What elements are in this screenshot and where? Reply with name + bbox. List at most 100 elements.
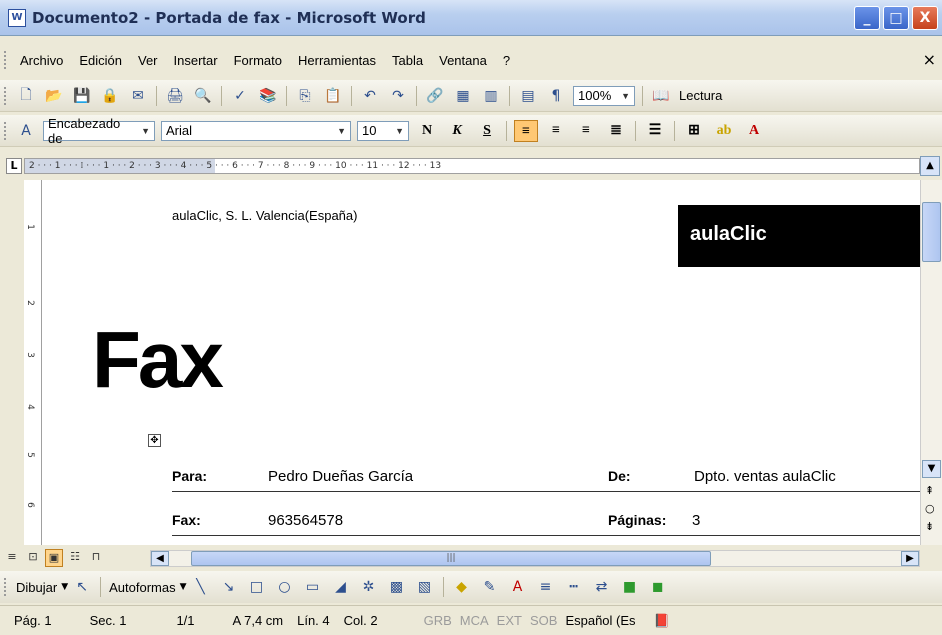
menu-ver[interactable]: Ver [130,53,166,68]
minimize-button[interactable]: _ [854,6,880,30]
tab-selector-button[interactable]: L [6,158,22,174]
field-value[interactable]: Dpto. ventas aulaClic [694,468,836,485]
text-box-icon[interactable]: ▭ [302,576,324,598]
font-color-icon[interactable]: A [742,120,766,142]
paste-icon[interactable]: 📋 [322,85,344,107]
reading-layout-icon[interactable]: 📖 [650,85,672,107]
status-sob[interactable]: SOB [530,613,557,628]
scroll-thumb[interactable] [922,202,941,262]
save-icon[interactable]: 💾 [71,85,93,107]
document-map-icon[interactable]: ▤ [517,85,539,107]
zoom-combo[interactable]: 100% ▼ [573,85,635,106]
chevron-down-icon[interactable]: ▼ [395,126,404,136]
menubar-grip[interactable] [4,51,12,69]
scroll-thumb[interactable]: ||| [191,551,711,566]
field-value[interactable]: 3 [692,512,700,529]
spelling-status-icon[interactable]: 📕 [654,613,670,629]
permission-icon[interactable]: 🔒 [99,85,121,107]
shadow-icon[interactable]: ■ [619,576,641,598]
maximize-button[interactable]: □ [883,6,909,30]
menu-ayuda[interactable]: ? [495,53,518,68]
font-color-icon[interactable]: A [507,576,529,598]
status-grb[interactable]: GRB [424,613,452,628]
chevron-down-icon[interactable]: ▼ [337,126,346,136]
dibujar-menu[interactable]: Dibujar [16,580,57,595]
line-icon[interactable]: ╲ [190,576,212,598]
menu-formato[interactable]: Formato [226,53,290,68]
undo-icon[interactable]: ↶ [359,85,381,107]
email-icon[interactable]: ✉ [127,85,149,107]
menu-edicion[interactable]: Edición [71,53,130,68]
status-mca[interactable]: MCA [460,613,489,628]
menu-archivo[interactable]: Archivo [12,53,71,68]
wordart-icon[interactable]: ◢ [330,576,352,598]
font-combo[interactable]: Arial ▼ [161,120,351,141]
highlight-icon[interactable]: ab [712,120,736,142]
borders-icon[interactable]: ⊞ [682,120,706,142]
scroll-down-arrow-icon[interactable]: ▼ [922,460,941,478]
chevron-down-icon[interactable]: ▼ [180,582,187,592]
arrow-icon[interactable]: ↘ [218,576,240,598]
open-folder-icon[interactable]: 📂 [43,85,65,107]
bold-button[interactable]: N [415,120,439,142]
menu-ventana[interactable]: Ventana [431,53,495,68]
arrow-style-icon[interactable]: ⇄ [591,576,613,598]
next-page-icon[interactable]: ⇟ [925,520,934,533]
align-left-icon[interactable]: ≡ [514,119,538,142]
chevron-down-icon[interactable]: ▼ [141,126,150,136]
status-language[interactable]: Español (Es [565,613,635,628]
oval-icon[interactable]: ○ [274,576,296,598]
browse-object-icon[interactable]: ○ [925,502,935,515]
justify-icon[interactable]: ≣ [604,120,628,142]
vertical-scrollbar[interactable]: ▼ ⇞ ○ ⇟ [920,180,942,545]
status-ext[interactable]: EXT [497,613,522,628]
show-formatting-icon[interactable]: ¶ [545,85,567,107]
styles-pane-icon[interactable]: A [15,120,37,142]
vertical-ruler[interactable]: 1 2 3 4 5 6 [24,180,42,545]
underline-button[interactable]: S [475,120,499,142]
scroll-up-arrow-icon[interactable]: ▲ [920,156,940,176]
line-style-icon[interactable]: ≡ [535,576,557,598]
line-color-icon[interactable]: ✎ [479,576,501,598]
dash-style-icon[interactable]: ┅ [563,576,585,598]
reading-view-icon[interactable]: ⊓ [87,549,105,567]
print-preview-icon[interactable]: 🔍 [192,85,214,107]
align-center-icon[interactable]: ≡ [544,120,568,142]
scroll-right-arrow-icon[interactable]: ▶ [901,551,919,566]
autoformas-menu[interactable]: Autoformas [109,580,175,595]
horizontal-scrollbar[interactable]: ◀ ||| ▶ [150,550,920,567]
research-icon[interactable]: 📚 [257,85,279,107]
field-value[interactable]: Pedro Dueñas García [268,468,413,485]
normal-view-icon[interactable]: ≡ [3,549,21,567]
hyperlink-icon[interactable]: 🔗 [424,85,446,107]
chevron-down-icon[interactable]: ▼ [621,91,630,101]
field-value[interactable]: 963564578 [268,512,343,529]
italic-button[interactable]: K [445,120,469,142]
word-app-icon[interactable]: W [8,8,26,27]
align-right-icon[interactable]: ≡ [574,120,598,142]
close-button[interactable]: X [912,6,938,30]
style-combo[interactable]: Encabezado de ▼ [43,116,155,146]
toolbar-grip[interactable] [4,121,12,140]
clipart-icon[interactable]: ▩ [386,576,408,598]
document-page[interactable]: aulaClic, S. L. Valencia(España) aulaCli… [42,180,920,545]
copy-icon[interactable]: ⎘ [294,85,316,107]
diagram-icon[interactable]: ✲ [358,576,380,598]
picture-icon[interactable]: ▧ [414,576,436,598]
font-size-combo[interactable]: 10 ▼ [357,120,409,141]
spelling-icon[interactable]: ✓ [229,85,251,107]
chevron-down-icon[interactable]: ▼ [61,582,68,592]
previous-page-icon[interactable]: ⇞ [925,484,934,497]
redo-icon[interactable]: ↷ [387,85,409,107]
web-view-icon[interactable]: ⊡ [24,549,42,567]
fill-color-icon[interactable]: ◆ [451,576,473,598]
3d-icon[interactable]: ◼ [647,576,669,598]
menu-tabla[interactable]: Tabla [384,53,431,68]
toolbar-grip[interactable] [4,86,12,105]
outline-view-icon[interactable]: ☷ [66,549,84,567]
rectangle-icon[interactable]: □ [246,576,268,598]
menu-insertar[interactable]: Insertar [166,53,226,68]
line-spacing-icon[interactable]: ☰ [643,120,667,142]
insert-table-icon[interactable]: ▦ [452,85,474,107]
columns-icon[interactable]: ▥ [480,85,502,107]
